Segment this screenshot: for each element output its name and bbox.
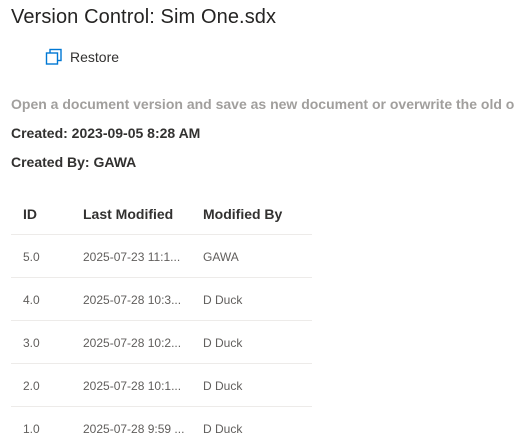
table-row[interactable]: 4.0 2025-07-28 10:3... D Duck [11,278,312,321]
version-id: 1.0 [23,421,40,436]
page-title: Version Control: Sim One.sdx [11,6,277,28]
last-modified: 2025-07-28 10:3... [83,292,182,307]
version-id: 4.0 [23,292,40,307]
modified-by: D Duck [203,335,243,350]
table-row[interactable]: 5.0 2025-07-23 11:1... GAWA [11,235,312,278]
column-header-last-modified[interactable]: Last Modified [83,192,185,235]
version-control-panel: Version Control: Sim One.sdx Restore Ope… [0,0,514,440]
column-header-modified-by[interactable]: Modified By [203,192,303,235]
table-row[interactable]: 2.0 2025-07-28 10:1... D Duck [11,364,312,407]
version-id: 3.0 [23,335,40,350]
table-row[interactable]: 3.0 2025-07-28 10:2... D Duck [11,321,312,364]
created-by: Created By: GAWA [11,154,137,170]
last-modified: 2025-07-28 9:59 ... [83,421,185,436]
versions-table: ID Last Modified Modified By 5.0 2025-07… [11,192,312,440]
table-header: ID Last Modified Modified By [11,192,312,235]
last-modified: 2025-07-23 11:1... [83,249,181,264]
version-id: 2.0 [23,378,40,393]
modified-by: D Duck [203,378,243,393]
last-modified: 2025-07-28 10:2... [83,335,182,350]
version-id: 5.0 [23,249,40,264]
column-header-id[interactable]: ID [23,192,73,235]
table-row[interactable]: 1.0 2025-07-28 9:59 ... D Duck [11,407,312,440]
restore-button[interactable]: Restore [40,44,123,70]
modified-by: D Duck [203,421,243,436]
created-date: Created: 2023-09-05 8:28 AM [11,125,201,141]
modified-by: D Duck [203,292,243,307]
restore-icon [44,47,64,67]
restore-label: Restore [70,49,120,65]
modified-by: GAWA [203,249,239,264]
last-modified: 2025-07-28 10:1... [83,378,182,393]
description-text: Open a document version and save as new … [11,96,514,112]
